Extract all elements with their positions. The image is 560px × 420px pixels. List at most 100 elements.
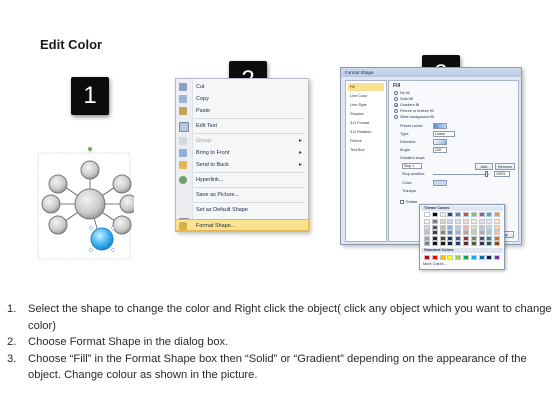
- theme-shade-swatch[interactable]: [463, 230, 469, 235]
- theme-shade-swatch[interactable]: [470, 224, 477, 230]
- theme-shade-swatch[interactable]: [431, 241, 438, 246]
- color-dropdown[interactable]: [433, 180, 447, 186]
- theme-color-swatch[interactable]: [478, 212, 485, 217]
- category-line-color[interactable]: Line Color: [348, 92, 384, 100]
- theme-shade-swatch[interactable]: [455, 235, 462, 241]
- theme-color-swatch[interactable]: [431, 212, 438, 217]
- menu-item-paste[interactable]: Paste: [176, 105, 308, 117]
- type-dropdown[interactable]: Linear: [433, 131, 455, 137]
- menu-item-edit-text[interactable]: Edit Text: [176, 120, 308, 132]
- theme-shade-swatch[interactable]: [486, 235, 493, 241]
- theme-shade-swatch[interactable]: [455, 224, 462, 230]
- theme-shade-swatch[interactable]: [439, 224, 446, 230]
- menu-item-cut[interactable]: Cut: [176, 81, 308, 93]
- theme-shade-swatch[interactable]: [424, 235, 430, 241]
- theme-color-swatch[interactable]: [455, 212, 462, 217]
- slider-thumb[interactable]: [485, 171, 488, 177]
- rotate-checkbox[interactable]: [400, 200, 404, 204]
- shape-diagram[interactable]: [34, 147, 134, 267]
- standard-color-swatch[interactable]: [470, 255, 477, 260]
- theme-shade-swatch[interactable]: [463, 224, 469, 230]
- stop-dropdown[interactable]: Stop 1: [402, 163, 422, 169]
- theme-shade-swatch[interactable]: [424, 230, 430, 235]
- more-colors-link[interactable]: More Colors...: [423, 262, 447, 266]
- theme-shade-swatch[interactable]: [478, 219, 485, 224]
- theme-shade-swatch[interactable]: [486, 230, 493, 235]
- radio-background-fill[interactable]: [394, 115, 398, 119]
- stop-position-slider[interactable]: [433, 174, 489, 175]
- theme-shade-swatch[interactable]: [494, 224, 501, 230]
- radio-gradient-fill[interactable]: [394, 103, 398, 107]
- theme-shade-swatch[interactable]: [431, 235, 438, 241]
- theme-shade-swatch[interactable]: [463, 235, 469, 241]
- theme-shade-swatch[interactable]: [486, 241, 493, 246]
- radio-solid-fill[interactable]: [394, 97, 398, 101]
- theme-shade-swatch[interactable]: [424, 241, 430, 246]
- category-line-style[interactable]: Line Style: [348, 101, 384, 109]
- menu-item-format-shape[interactable]: Format Shape...: [175, 219, 309, 231]
- standard-color-swatch[interactable]: [439, 255, 446, 260]
- theme-shade-swatch[interactable]: [447, 230, 454, 235]
- angle-input[interactable]: 230°: [433, 147, 447, 153]
- theme-shade-swatch[interactable]: [447, 219, 454, 224]
- menu-item-save-as-picture[interactable]: Save as Picture...: [176, 189, 308, 201]
- preset-colors-dropdown[interactable]: [433, 123, 447, 129]
- theme-shade-swatch[interactable]: [494, 219, 501, 224]
- theme-shade-swatch[interactable]: [439, 230, 446, 235]
- menu-item-hyperlink[interactable]: Hyperlink...: [176, 174, 308, 186]
- theme-shade-swatch[interactable]: [478, 241, 485, 246]
- add-stop-button[interactable]: Add: [475, 163, 493, 170]
- theme-shade-swatch[interactable]: [478, 230, 485, 235]
- category-3d-rotation[interactable]: 3-D Rotation: [348, 128, 384, 136]
- radio-no-fill[interactable]: [394, 91, 398, 95]
- theme-shade-swatch[interactable]: [447, 241, 454, 246]
- category-shadow[interactable]: Shadow: [348, 110, 384, 118]
- radio-picture-fill[interactable]: [394, 109, 398, 113]
- theme-shade-swatch[interactable]: [439, 235, 446, 241]
- standard-color-swatch[interactable]: [494, 255, 501, 260]
- theme-shade-swatch[interactable]: [463, 219, 469, 224]
- theme-shade-swatch[interactable]: [470, 241, 477, 246]
- theme-shade-swatch[interactable]: [486, 219, 493, 224]
- theme-shade-swatch[interactable]: [431, 230, 438, 235]
- theme-shade-swatch[interactable]: [478, 235, 485, 241]
- standard-color-swatch[interactable]: [455, 255, 462, 260]
- category-picture[interactable]: Picture: [348, 137, 384, 145]
- theme-shade-swatch[interactable]: [431, 219, 438, 224]
- standard-color-swatch[interactable]: [478, 255, 485, 260]
- category-text-box[interactable]: Text Box: [348, 146, 384, 154]
- theme-shade-swatch[interactable]: [455, 230, 462, 235]
- theme-shade-swatch[interactable]: [439, 219, 446, 224]
- theme-color-swatch[interactable]: [447, 212, 454, 217]
- menu-item-group[interactable]: Group ▸: [176, 135, 308, 147]
- standard-color-swatch[interactable]: [447, 255, 454, 260]
- standard-color-swatch[interactable]: [486, 255, 493, 260]
- theme-shade-swatch[interactable]: [455, 219, 462, 224]
- theme-shade-swatch[interactable]: [455, 241, 462, 246]
- theme-shade-swatch[interactable]: [494, 235, 501, 241]
- standard-color-swatch[interactable]: [463, 255, 469, 260]
- theme-color-swatch[interactable]: [439, 212, 446, 217]
- theme-shade-swatch[interactable]: [439, 241, 446, 246]
- theme-shade-swatch[interactable]: [463, 241, 469, 246]
- direction-dropdown[interactable]: [433, 139, 447, 145]
- menu-item-copy[interactable]: Copy: [176, 93, 308, 105]
- theme-color-swatch[interactable]: [486, 212, 493, 217]
- standard-color-swatch[interactable]: [424, 255, 430, 260]
- theme-shade-swatch[interactable]: [447, 235, 454, 241]
- stop-position-input[interactable]: 100%: [494, 171, 510, 177]
- standard-color-swatch[interactable]: [431, 255, 438, 260]
- menu-item-bring-to-front[interactable]: Bring to Front ▸: [176, 147, 308, 159]
- theme-shade-swatch[interactable]: [486, 224, 493, 230]
- theme-shade-swatch[interactable]: [424, 219, 430, 224]
- theme-shade-swatch[interactable]: [470, 219, 477, 224]
- menu-item-send-to-back[interactable]: Send to Back ▸: [176, 159, 308, 171]
- theme-shade-swatch[interactable]: [431, 224, 438, 230]
- theme-shade-swatch[interactable]: [494, 230, 501, 235]
- theme-color-swatch[interactable]: [494, 212, 501, 217]
- theme-shade-swatch[interactable]: [470, 230, 477, 235]
- theme-shade-swatch[interactable]: [424, 224, 430, 230]
- category-fill[interactable]: Fill: [348, 83, 384, 91]
- theme-shade-swatch[interactable]: [470, 235, 477, 241]
- theme-color-swatch[interactable]: [470, 212, 477, 217]
